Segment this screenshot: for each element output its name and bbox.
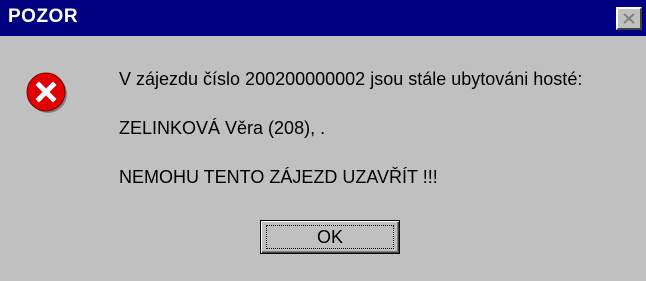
close-icon bbox=[623, 13, 635, 24]
window-title: POZOR bbox=[8, 6, 79, 27]
message-line-1: V zájezdu číslo 200200000002 jsou stále … bbox=[119, 69, 583, 89]
ok-button[interactable]: OK bbox=[260, 220, 400, 254]
error-dialog: POZOR V zájezdu číslo 200200000002 jsou … bbox=[0, 0, 646, 281]
message-line-3: NEMOHU TENTO ZÁJEZD UZAVŘÍT !!! bbox=[119, 167, 438, 187]
close-button[interactable] bbox=[616, 7, 642, 30]
title-bar[interactable]: POZOR bbox=[0, 0, 646, 36]
ok-button-label: OK bbox=[316, 226, 343, 247]
message-line-2: ZELINKOVÁ Věra (208), . bbox=[119, 118, 326, 138]
dialog-body: V zájezdu číslo 200200000002 jsou stále … bbox=[0, 36, 646, 281]
error-icon bbox=[26, 72, 68, 114]
